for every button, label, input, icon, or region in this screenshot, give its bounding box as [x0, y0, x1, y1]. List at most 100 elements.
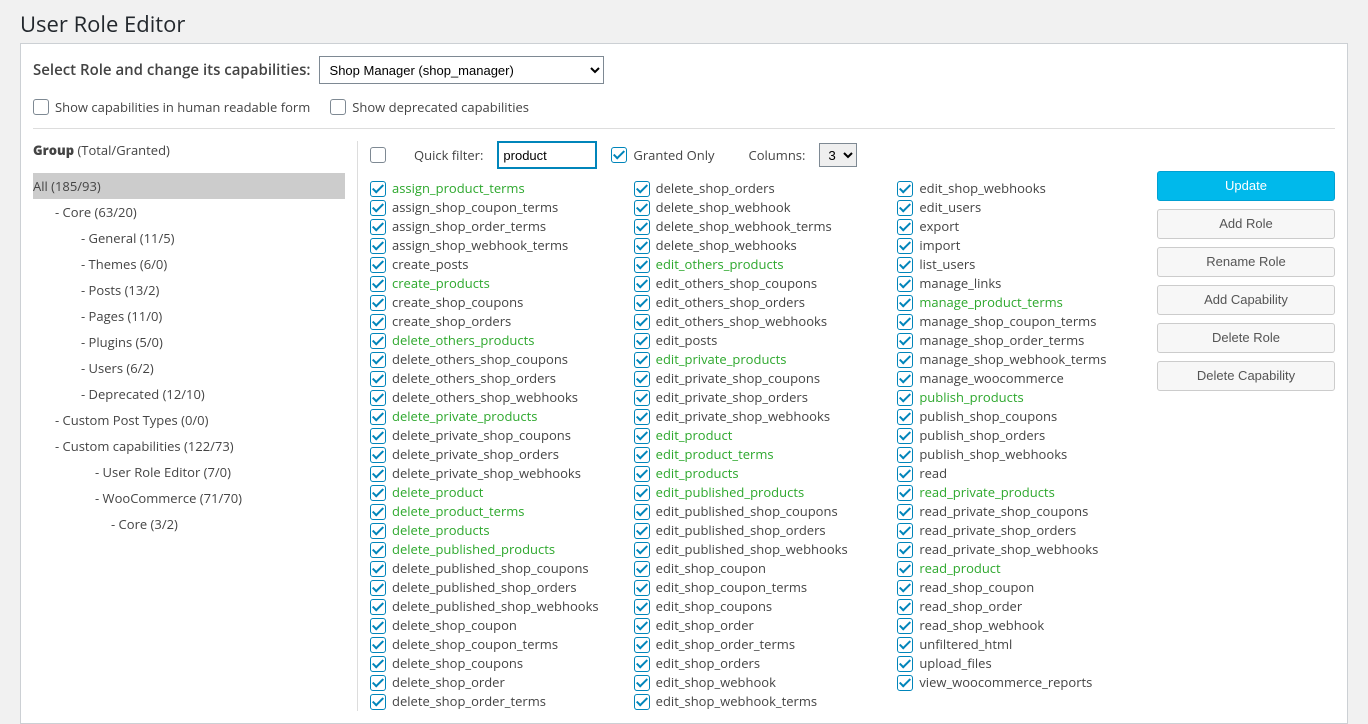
cap-checkbox[interactable]: [897, 637, 913, 653]
cap-checkbox[interactable]: [370, 371, 386, 387]
cap-checkbox[interactable]: [634, 618, 650, 634]
cap-unfiltered_html[interactable]: unfiltered_html: [897, 635, 1145, 654]
cap-checkbox[interactable]: [634, 561, 650, 577]
cap-edit_others_shop_webhooks[interactable]: edit_others_shop_webhooks: [634, 312, 882, 331]
tree-woo[interactable]: - WooCommerce (71/70): [95, 485, 345, 511]
show-deprecated-checkbox-label[interactable]: Show deprecated capabilities: [330, 98, 529, 116]
cap-checkbox[interactable]: [897, 561, 913, 577]
cap-checkbox[interactable]: [634, 333, 650, 349]
cap-checkbox[interactable]: [634, 694, 650, 710]
quick-filter-input[interactable]: [497, 141, 597, 169]
cap-delete_shop_coupon[interactable]: delete_shop_coupon: [370, 616, 618, 635]
cap-checkbox[interactable]: [897, 523, 913, 539]
cap-checkbox[interactable]: [634, 504, 650, 520]
cap-checkbox[interactable]: [897, 181, 913, 197]
cap-checkbox[interactable]: [370, 599, 386, 615]
cap-read_shop_order[interactable]: read_shop_order: [897, 597, 1145, 616]
cap-checkbox[interactable]: [634, 200, 650, 216]
rename-role-button[interactable]: Rename Role: [1157, 247, 1335, 277]
cap-delete_others_shop_webhooks[interactable]: delete_others_shop_webhooks: [370, 388, 618, 407]
cap-checkbox[interactable]: [897, 409, 913, 425]
cap-delete_shop_webhooks[interactable]: delete_shop_webhooks: [634, 236, 882, 255]
cap-checkbox[interactable]: [634, 314, 650, 330]
cap-checkbox[interactable]: [370, 656, 386, 672]
cap-checkbox[interactable]: [370, 181, 386, 197]
role-select[interactable]: Shop Manager (shop_manager): [319, 56, 604, 84]
cap-checkbox[interactable]: [370, 257, 386, 273]
cap-create_shop_coupons[interactable]: create_shop_coupons: [370, 293, 618, 312]
cap-delete_product_terms[interactable]: delete_product_terms: [370, 502, 618, 521]
cap-checkbox[interactable]: [370, 523, 386, 539]
cap-assign_shop_order_terms[interactable]: assign_shop_order_terms: [370, 217, 618, 236]
cap-delete_shop_coupon_terms[interactable]: delete_shop_coupon_terms: [370, 635, 618, 654]
cap-delete_others_shop_coupons[interactable]: delete_others_shop_coupons: [370, 350, 618, 369]
cap-delete_shop_order[interactable]: delete_shop_order: [370, 673, 618, 692]
cap-checkbox[interactable]: [370, 637, 386, 653]
tree-core[interactable]: - Core (63/20): [55, 199, 345, 225]
cap-delete_shop_order_terms[interactable]: delete_shop_order_terms: [370, 692, 618, 711]
cap-list_users[interactable]: list_users: [897, 255, 1145, 274]
cap-checkbox[interactable]: [897, 238, 913, 254]
cap-edit_published_shop_coupons[interactable]: edit_published_shop_coupons: [634, 502, 882, 521]
cap-checkbox[interactable]: [370, 542, 386, 558]
cap-checkbox[interactable]: [634, 656, 650, 672]
cap-checkbox[interactable]: [897, 675, 913, 691]
cap-checkbox[interactable]: [634, 238, 650, 254]
cap-edit_shop_orders[interactable]: edit_shop_orders: [634, 654, 882, 673]
cap-edit_shop_order[interactable]: edit_shop_order: [634, 616, 882, 635]
add-capability-button[interactable]: Add Capability: [1157, 285, 1335, 315]
cap-assign_product_terms[interactable]: assign_product_terms: [370, 179, 618, 198]
cap-delete_shop_webhook[interactable]: delete_shop_webhook: [634, 198, 882, 217]
tree-plugins[interactable]: - Plugins (5/0): [81, 329, 345, 355]
cap-delete_private_shop_webhooks[interactable]: delete_private_shop_webhooks: [370, 464, 618, 483]
tree-themes[interactable]: - Themes (6/0): [81, 251, 345, 277]
cap-export[interactable]: export: [897, 217, 1145, 236]
cap-edit_private_shop_webhooks[interactable]: edit_private_shop_webhooks: [634, 407, 882, 426]
cap-delete_private_products[interactable]: delete_private_products: [370, 407, 618, 426]
cap-checkbox[interactable]: [897, 276, 913, 292]
select-all-checkbox[interactable]: [370, 147, 386, 163]
cap-checkbox[interactable]: [634, 447, 650, 463]
cap-edit_shop_coupons[interactable]: edit_shop_coupons: [634, 597, 882, 616]
cap-checkbox[interactable]: [634, 219, 650, 235]
cap-checkbox[interactable]: [370, 580, 386, 596]
cap-checkbox[interactable]: [370, 694, 386, 710]
cap-edit_private_products[interactable]: edit_private_products: [634, 350, 882, 369]
granted-only-checkbox[interactable]: [611, 147, 627, 163]
cap-checkbox[interactable]: [897, 485, 913, 501]
cap-edit_product_terms[interactable]: edit_product_terms: [634, 445, 882, 464]
cap-checkbox[interactable]: [634, 390, 650, 406]
cap-checkbox[interactable]: [370, 504, 386, 520]
cap-delete_shop_orders[interactable]: delete_shop_orders: [634, 179, 882, 198]
cap-edit_others_shop_orders[interactable]: edit_others_shop_orders: [634, 293, 882, 312]
cap-checkbox[interactable]: [634, 542, 650, 558]
cap-delete_private_shop_orders[interactable]: delete_private_shop_orders: [370, 445, 618, 464]
tree-cpt[interactable]: - Custom Post Types (0/0): [55, 407, 345, 433]
cap-edit_users[interactable]: edit_users: [897, 198, 1145, 217]
cap-manage_shop_order_terms[interactable]: manage_shop_order_terms: [897, 331, 1145, 350]
cap-checkbox[interactable]: [370, 675, 386, 691]
show-human-checkbox[interactable]: [33, 99, 49, 115]
cap-checkbox[interactable]: [897, 656, 913, 672]
cap-checkbox[interactable]: [897, 333, 913, 349]
delete-role-button[interactable]: Delete Role: [1157, 323, 1335, 353]
cap-checkbox[interactable]: [634, 352, 650, 368]
cap-checkbox[interactable]: [370, 485, 386, 501]
cap-delete_published_shop_orders[interactable]: delete_published_shop_orders: [370, 578, 618, 597]
add-role-button[interactable]: Add Role: [1157, 209, 1335, 239]
cap-checkbox[interactable]: [897, 257, 913, 273]
granted-only-label[interactable]: Granted Only: [611, 146, 714, 164]
cap-checkbox[interactable]: [897, 371, 913, 387]
cap-checkbox[interactable]: [634, 523, 650, 539]
cap-checkbox[interactable]: [897, 466, 913, 482]
cap-delete_private_shop_coupons[interactable]: delete_private_shop_coupons: [370, 426, 618, 445]
cap-checkbox[interactable]: [897, 390, 913, 406]
cap-checkbox[interactable]: [634, 428, 650, 444]
cap-manage_shop_webhook_terms[interactable]: manage_shop_webhook_terms: [897, 350, 1145, 369]
cap-assign_shop_webhook_terms[interactable]: assign_shop_webhook_terms: [370, 236, 618, 255]
cap-checkbox[interactable]: [634, 675, 650, 691]
cap-checkbox[interactable]: [897, 447, 913, 463]
cap-publish_products[interactable]: publish_products: [897, 388, 1145, 407]
cap-checkbox[interactable]: [634, 276, 650, 292]
cap-delete_shop_coupons[interactable]: delete_shop_coupons: [370, 654, 618, 673]
